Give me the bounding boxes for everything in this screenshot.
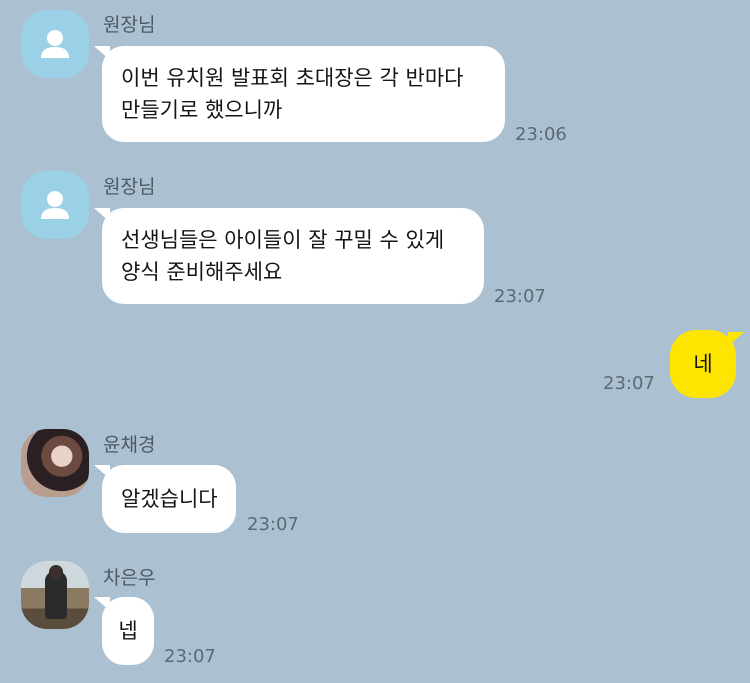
message-text: 알겠습니다: [121, 487, 218, 511]
message-bubble[interactable]: 선생님들은 아이들이 잘 꾸밀 수 있게 양식 준비해주세요: [102, 208, 484, 304]
message-text: 만들기로 했으니까: [121, 98, 283, 122]
message-bubble[interactable]: 넵: [102, 597, 154, 665]
message-text: 이번 유치원 발표회 초대장은 각 반마다: [121, 66, 464, 90]
message-bubble[interactable]: 이번 유치원 발표회 초대장은 각 반마다 만들기로 했으니까: [102, 46, 505, 142]
bubble-tail: [728, 332, 744, 346]
message-time: 23:07: [247, 514, 299, 535]
avatar[interactable]: [21, 171, 89, 239]
message-time: 23:07: [164, 646, 216, 667]
sender-name: 윤채경: [103, 434, 156, 456]
message-text: 선생님들은 아이들이 잘 꾸밀 수 있게: [121, 228, 445, 252]
message-time: 23:06: [515, 124, 567, 145]
person-icon: [41, 30, 69, 58]
message-time: 23:07: [494, 286, 546, 307]
my-message-bubble[interactable]: 네: [670, 330, 736, 398]
message-time: 23:07: [603, 373, 655, 394]
avatar[interactable]: [21, 561, 89, 629]
message-text: 네: [693, 352, 713, 376]
sender-name: 원장님: [103, 14, 156, 36]
sender-name: 원장님: [103, 176, 156, 198]
sender-name: 차은우: [103, 567, 156, 589]
avatar-head: [49, 565, 63, 579]
person-icon: [41, 191, 69, 219]
message-text: 양식 준비해주세요: [121, 260, 283, 284]
avatar[interactable]: [21, 10, 89, 78]
message-text: 넵: [118, 619, 138, 643]
avatar[interactable]: [21, 429, 89, 497]
message-bubble[interactable]: 알겠습니다: [102, 465, 236, 533]
